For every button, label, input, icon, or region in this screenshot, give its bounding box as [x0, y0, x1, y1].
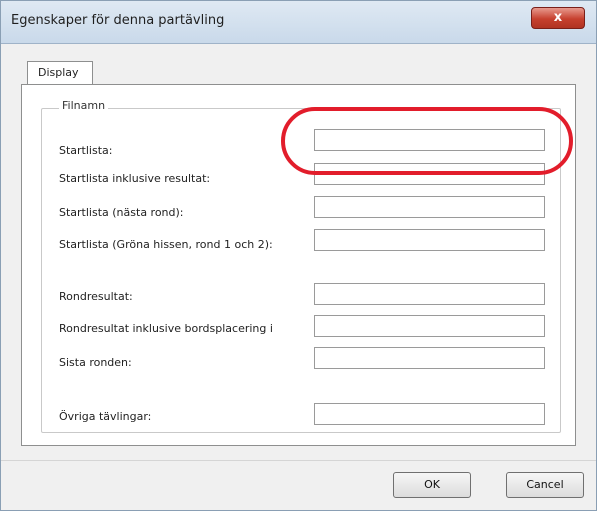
cancel-button[interactable]: Cancel — [506, 472, 584, 498]
close-button[interactable]: x — [531, 7, 585, 29]
rondresultat-bordsplacering-field[interactable] — [314, 315, 545, 337]
tab-display[interactable]: Display — [27, 61, 93, 85]
properties-dialog: Egenskaper för denna partävling x Displa… — [0, 0, 597, 511]
label-startlista-resultat: Startlista inklusive resultat: — [59, 172, 211, 185]
label-ovriga-tavlingar: Övriga tävlingar: — [59, 410, 152, 423]
startlista-grona-hissen-field[interactable] — [314, 229, 545, 251]
groupbox-title: Filnamn — [59, 99, 109, 112]
label-sista-ronden: Sista ronden: — [59, 356, 132, 369]
startlista-nasta-rond-field[interactable] — [314, 196, 545, 218]
rondresultat-field[interactable] — [314, 283, 545, 305]
ovriga-tavlingar-field[interactable] — [314, 403, 545, 425]
sista-ronden-field[interactable] — [314, 347, 545, 369]
label-startlista-nasta-rond: Startlista (nästa rond): — [59, 206, 184, 219]
label-rondresultat: Rondresultat: — [59, 290, 133, 303]
label-startlista: Startlista: — [59, 144, 113, 157]
dialog-title: Egenskaper för denna partävling — [11, 13, 225, 28]
red-highlight-circle — [281, 107, 573, 175]
label-startlista-grona-hissen: Startlista (Gröna hissen, rond 1 och 2): — [59, 238, 273, 251]
title-bar: Egenskaper för denna partävling x — [1, 1, 596, 44]
ok-button[interactable]: OK — [393, 472, 471, 498]
footer-divider — [1, 460, 596, 461]
label-rondresultat-bordsplacering: Rondresultat inklusive bordsplacering i — [59, 322, 273, 335]
